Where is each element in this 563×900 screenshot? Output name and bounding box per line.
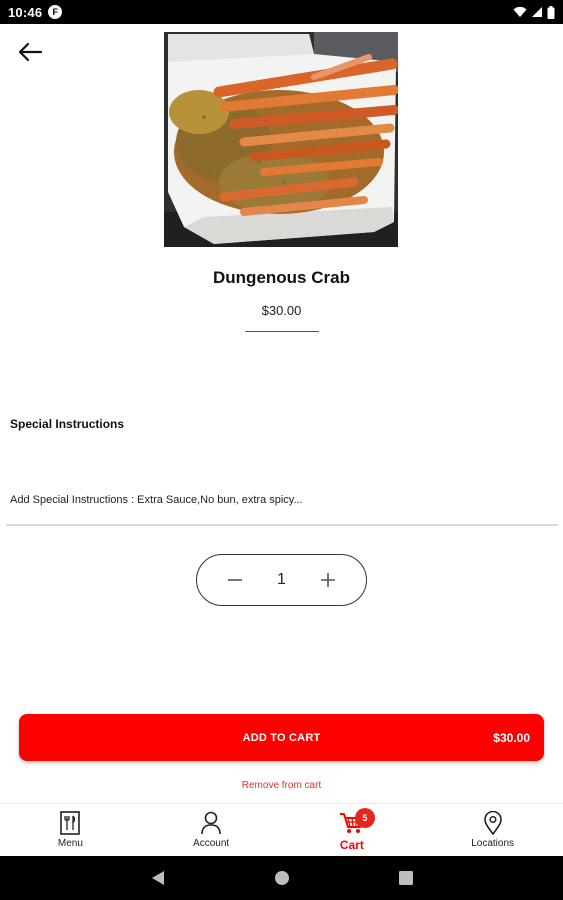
nav-label-menu: Menu (57, 838, 83, 849)
nav-item-cart[interactable]: 5 Cart (282, 804, 423, 856)
special-instructions-input[interactable] (6, 476, 558, 526)
system-home-button[interactable] (270, 866, 294, 890)
status-icons (513, 5, 555, 19)
square-recents-icon (398, 871, 413, 885)
account-icon (200, 810, 222, 836)
increase-quantity-button[interactable] (318, 570, 338, 590)
status-time: 10:46 (8, 4, 43, 20)
nav-label-cart: Cart (339, 838, 364, 852)
bottom-nav: Menu Account 5 Cart Locations (0, 803, 563, 856)
nav-label-account: Account (193, 838, 230, 849)
system-back-button[interactable] (146, 866, 170, 890)
system-nav-bar (0, 856, 563, 900)
nav-item-locations[interactable]: Locations (422, 804, 563, 856)
wifi-icon (513, 6, 527, 17)
nav-label-locations: Locations (471, 838, 515, 849)
triangle-back-icon (151, 871, 164, 885)
back-arrow-icon (18, 42, 43, 62)
nav-item-account[interactable]: Account (141, 804, 282, 856)
cart-icon: 5 (339, 808, 375, 836)
remove-from-cart-link[interactable]: Remove from cart (0, 780, 563, 791)
circle-home-icon (274, 871, 289, 885)
product-name: Dungenous Crab (213, 268, 350, 287)
back-button[interactable] (12, 36, 48, 68)
add-to-cart-button[interactable]: ADD TO CART $30.00 (19, 714, 544, 761)
status-bar: 10:46 F (0, 0, 563, 24)
product-image (164, 32, 398, 247)
menu-icon (60, 810, 81, 836)
quantity-value: 1 (277, 571, 286, 588)
system-recents-button[interactable] (394, 866, 418, 890)
add-to-cart-label: ADD TO CART (242, 731, 321, 744)
price-divider (245, 331, 319, 332)
add-to-cart-price: $30.00 (493, 730, 530, 745)
plus-icon (321, 573, 335, 587)
decrease-quantity-button[interactable] (225, 570, 245, 590)
quantity-stepper: 1 (196, 554, 367, 606)
location-icon (483, 810, 503, 836)
minus-icon (228, 579, 242, 581)
battery-icon (547, 5, 555, 19)
cart-count-badge: 5 (354, 808, 375, 828)
signal-icon (532, 7, 542, 17)
special-instructions-heading: Special Instructions (10, 417, 125, 431)
app-notification-icon: F (48, 5, 63, 19)
nav-item-menu[interactable]: Menu (0, 804, 141, 856)
product-price: $30.00 (261, 303, 302, 318)
